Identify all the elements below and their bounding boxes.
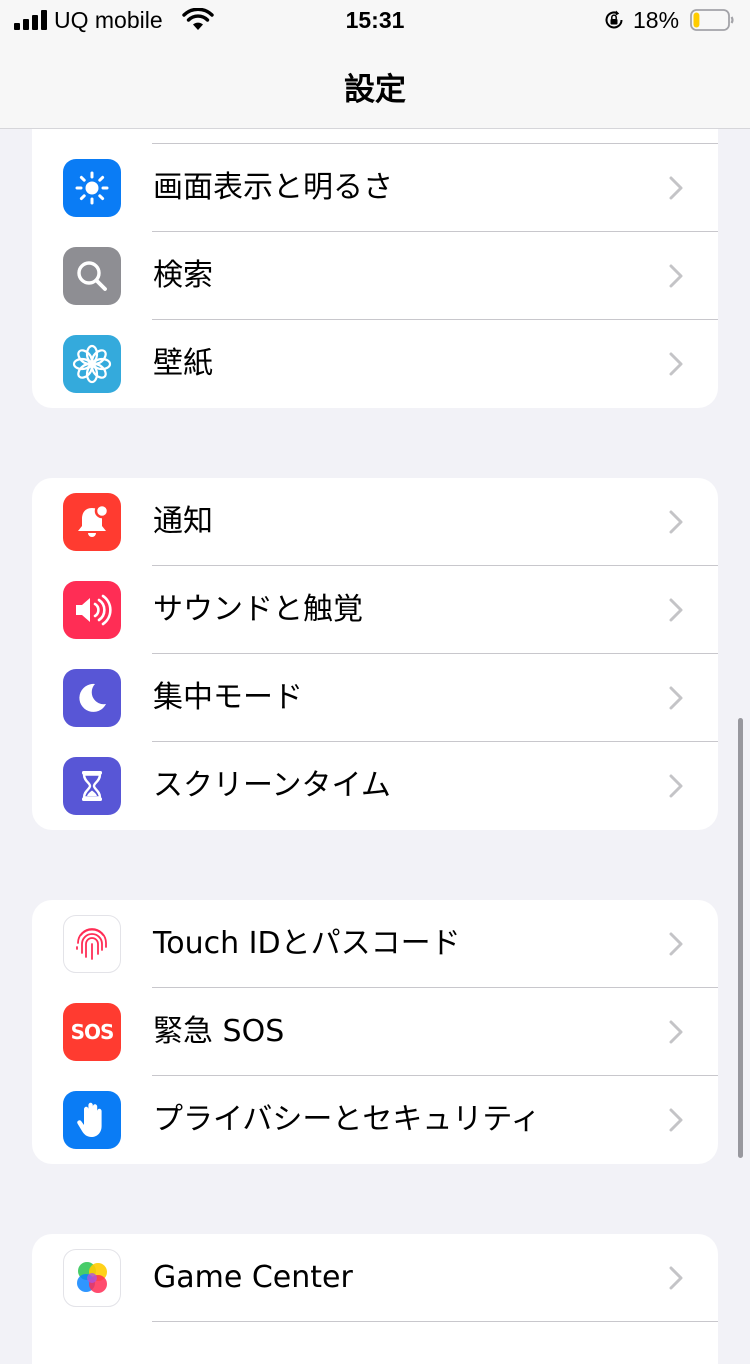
settings-item-label: 通知 <box>153 504 213 539</box>
top-bar: UQ mobile 15:31 18% 設定 <box>0 0 750 129</box>
settings-group-security: Touch IDとパスコード SOS 緊急 SOS プライバシーとセキュリティ <box>32 900 718 1164</box>
settings-group-display: 画面表示と明るさ 検索 壁紙 <box>32 92 718 408</box>
settings-item-label: サウンドと触覚 <box>153 592 363 627</box>
settings-item-focus[interactable]: 集中モード <box>32 654 718 742</box>
chevron-right-icon <box>669 1108 683 1132</box>
chevron-right-icon <box>669 264 683 288</box>
sos-icon: SOS <box>63 1003 121 1061</box>
chevron-right-icon <box>669 510 683 534</box>
settings-item-label: 画面表示と明るさ <box>153 170 393 205</box>
magnifier-icon <box>63 247 121 305</box>
chevron-right-icon <box>669 1020 683 1044</box>
chevron-right-icon <box>669 932 683 956</box>
hand-icon <box>63 1091 121 1149</box>
settings-item-label: 検索 <box>153 258 213 293</box>
hourglass-icon <box>63 757 121 815</box>
settings-item-sounds-haptics[interactable]: サウンドと触覚 <box>32 566 718 654</box>
fingerprint-icon <box>63 915 121 973</box>
settings-item-game-center[interactable]: Game Center <box>32 1234 718 1322</box>
sun-icon <box>63 159 121 217</box>
settings-item-label: Touch IDとパスコード <box>153 926 461 961</box>
moon-icon <box>63 669 121 727</box>
speaker-icon <box>63 581 121 639</box>
chevron-right-icon <box>669 774 683 798</box>
chevron-right-icon <box>669 686 683 710</box>
battery-percent: 18% <box>633 7 680 33</box>
settings-item-notifications[interactable]: 通知 <box>32 478 718 566</box>
chevron-right-icon <box>669 352 683 376</box>
chevron-right-icon <box>669 598 683 622</box>
settings-item-touch-id-passcode[interactable]: Touch IDとパスコード <box>32 900 718 988</box>
settings-item-label: プライバシーとセキュリティ <box>153 1102 541 1137</box>
page-title: 設定 <box>344 72 406 108</box>
settings-item-wallpaper[interactable]: 壁紙 <box>32 320 718 408</box>
game-center-icon <box>63 1249 121 1307</box>
chevron-right-icon <box>669 1266 683 1290</box>
settings-group-notifications: 通知 サウンドと触覚 集中モード スクリーンタイム <box>32 478 718 830</box>
bell-icon <box>63 493 121 551</box>
battery-icon <box>690 9 734 31</box>
settings-group-apps: Game Center <box>32 1234 718 1364</box>
settings-item-privacy-security[interactable]: プライバシーとセキュリティ <box>32 1076 718 1164</box>
chevron-right-icon <box>669 176 683 200</box>
settings-item-label: Game Center <box>153 1260 353 1295</box>
settings-item-label: 集中モード <box>153 680 303 715</box>
settings-item-emergency-sos[interactable]: SOS 緊急 SOS <box>32 988 718 1076</box>
flower-icon <box>63 335 121 393</box>
settings-item-search[interactable]: 検索 <box>32 232 718 320</box>
settings-item-label: 緊急 SOS <box>153 1014 285 1049</box>
settings-item-label: スクリーンタイム <box>153 768 391 803</box>
settings-item-label: 壁紙 <box>153 346 213 381</box>
scrollbar[interactable] <box>738 718 743 1158</box>
orientation-lock-icon <box>605 10 623 29</box>
sos-icon-text: SOS <box>70 1020 115 1044</box>
settings-item-screen-time[interactable]: スクリーンタイム <box>32 742 718 830</box>
settings-item-display-brightness[interactable]: 画面表示と明るさ <box>32 144 718 232</box>
status-bar: UQ mobile 15:31 18% <box>0 0 750 42</box>
